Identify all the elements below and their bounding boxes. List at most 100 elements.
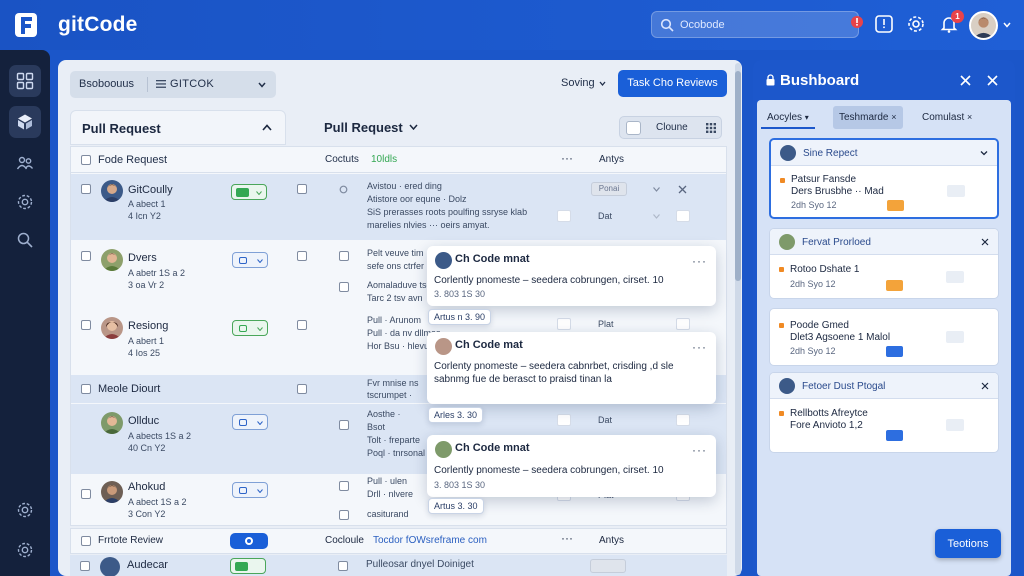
sidebar-preferences-button[interactable] xyxy=(9,494,41,526)
row-checkbox[interactable] xyxy=(339,420,349,430)
sidebar-dashboard-button[interactable] xyxy=(9,65,41,97)
chevron-down-icon[interactable] xyxy=(599,81,606,86)
code-review-popover[interactable]: Ch Code mat ··· Corlenty pnomeste – seed… xyxy=(427,332,716,404)
commit-line: Bsot xyxy=(367,422,386,432)
dashboard-card[interactable]: Fetoer Dust Ptogal Rellbotts Afreytce Fo… xyxy=(769,372,999,453)
priority-chip xyxy=(886,280,903,291)
table-row[interactable]: Audecar Pulleosar dnyel Doiniget xyxy=(70,555,727,576)
close-icon[interactable]: × xyxy=(891,112,896,122)
check-icon xyxy=(235,562,248,571)
select-all-checkbox[interactable] xyxy=(81,155,91,165)
chevron-up-icon[interactable] xyxy=(262,124,272,131)
status-toggle[interactable] xyxy=(231,184,267,200)
close-icon[interactable]: × xyxy=(967,112,972,122)
more-icon[interactable]: ··· xyxy=(561,531,573,545)
author-meta: A abect 1 xyxy=(128,199,166,209)
tab-commits[interactable]: Comulast × xyxy=(916,106,978,129)
project-name: Bsoboouus xyxy=(79,78,135,90)
more-icon[interactable]: ··· xyxy=(692,254,707,268)
row-checkbox[interactable] xyxy=(297,320,307,330)
table-row[interactable]: Frrtote Review Cocloule Tocdor fOWsrefra… xyxy=(70,528,727,554)
footer-link[interactable]: Tocdor fOWsreframe com xyxy=(373,535,487,546)
avatar xyxy=(101,249,123,271)
code-review-popover[interactable]: Ch Code mnat ··· Corlently pnomeste – se… xyxy=(427,246,716,306)
placeholder-chip xyxy=(947,185,965,197)
sidebar-settings-button[interactable] xyxy=(9,186,41,218)
close-icon[interactable] xyxy=(960,75,971,86)
row-checkbox[interactable] xyxy=(339,510,349,520)
sidebar-admin-button[interactable] xyxy=(9,534,41,566)
close-icon[interactable] xyxy=(678,185,687,194)
header-label: Antys xyxy=(599,154,625,165)
status-toggle[interactable] xyxy=(232,252,268,268)
more-icon[interactable]: ··· xyxy=(692,340,707,354)
main-scrollbar[interactable] xyxy=(735,63,741,575)
footer-label: Cocloule xyxy=(325,535,364,546)
user-avatar[interactable] xyxy=(969,11,998,40)
sidebar-team-button[interactable] xyxy=(9,147,41,179)
status-tag xyxy=(590,559,626,573)
row-checkbox[interactable] xyxy=(81,251,91,261)
scrollbar-thumb[interactable] xyxy=(735,71,741,281)
chevron-down-icon: ▾ xyxy=(804,113,809,122)
dashboard-card[interactable]: Fervat Prorloed Rotoo Dshate 1 2dh Syo 1… xyxy=(769,228,999,299)
column-title: Pull Request xyxy=(324,120,403,135)
row-checkbox[interactable] xyxy=(297,184,307,194)
alert-icon[interactable] xyxy=(850,14,870,34)
close-icon[interactable] xyxy=(987,75,998,86)
row-checkbox[interactable] xyxy=(339,481,349,491)
sidebar-search-button[interactable] xyxy=(9,224,41,256)
review-toggle[interactable] xyxy=(230,533,268,549)
app-logo-icon[interactable] xyxy=(14,12,38,38)
sort-dropdown[interactable]: Soving xyxy=(561,77,595,89)
user-menu-chevron-icon[interactable] xyxy=(1003,22,1011,28)
chevron-down-icon[interactable] xyxy=(409,124,418,130)
dashboard-action-button[interactable]: Teotions xyxy=(935,529,1001,558)
chevron-down-icon[interactable] xyxy=(653,187,660,192)
search-input[interactable] xyxy=(680,16,830,34)
placeholder-box xyxy=(557,318,571,330)
status-toggle[interactable] xyxy=(232,320,268,336)
toggle-knob xyxy=(245,537,253,545)
priority-chip xyxy=(886,430,903,441)
table-row[interactable]: GitCoully A abect 1 4 Icn Y2 Avistou · e… xyxy=(71,174,726,240)
chevron-down-icon[interactable] xyxy=(653,214,660,219)
row-checkbox[interactable] xyxy=(339,251,349,261)
header-accent: 10ldls xyxy=(371,154,398,165)
status-toggle[interactable] xyxy=(232,414,268,430)
status-icon xyxy=(239,257,247,264)
close-icon[interactable] xyxy=(981,382,989,390)
menu-lines-icon xyxy=(156,80,166,88)
row-checkbox[interactable] xyxy=(81,184,91,194)
row-checkbox[interactable] xyxy=(81,536,91,546)
status-toggle[interactable] xyxy=(230,558,266,574)
dashboard-card[interactable]: Sine Repect Patsur Fansde Ders Brusbhe ·… xyxy=(769,138,999,219)
dashboard-card[interactable]: Poode Gmed Dlet3 Agsoene 1 Malol 2dh Syo… xyxy=(769,308,999,366)
tab-timeline[interactable]: Teshmarde × xyxy=(833,106,903,129)
close-icon[interactable] xyxy=(981,238,989,246)
row-checkbox[interactable] xyxy=(80,561,90,571)
grid-view-icon[interactable] xyxy=(706,123,716,133)
row-checkbox[interactable] xyxy=(297,251,307,261)
sidebar-repos-button[interactable] xyxy=(9,106,41,138)
code-review-popover[interactable]: Ch Code mnat ··· Corlently pnomeste – se… xyxy=(427,435,716,497)
project-selector[interactable]: Bsoboouus GITCOK xyxy=(70,71,276,98)
chevron-down-icon[interactable] xyxy=(980,149,988,157)
avatar xyxy=(101,180,123,202)
row-checkbox[interactable] xyxy=(338,561,348,571)
row-checkbox[interactable] xyxy=(339,282,349,292)
status-toggle[interactable] xyxy=(232,482,268,498)
row-checkbox[interactable] xyxy=(81,320,91,330)
task-reviews-button[interactable]: Task Cho Reviews xyxy=(618,70,727,97)
info-icon[interactable] xyxy=(874,14,894,34)
list-view-icon[interactable] xyxy=(626,121,641,135)
tab-activity[interactable]: Aocyles ▾ xyxy=(761,106,815,129)
more-icon[interactable]: ··· xyxy=(692,443,707,457)
row-checkbox[interactable] xyxy=(297,384,307,394)
search-box[interactable] xyxy=(651,11,859,38)
row-checkbox[interactable] xyxy=(81,489,91,499)
view-toggle[interactable]: Cloune xyxy=(619,116,722,139)
settings-gear-icon[interactable] xyxy=(906,14,926,34)
row-checkbox[interactable] xyxy=(81,384,91,394)
more-icon[interactable]: ··· xyxy=(561,151,573,165)
